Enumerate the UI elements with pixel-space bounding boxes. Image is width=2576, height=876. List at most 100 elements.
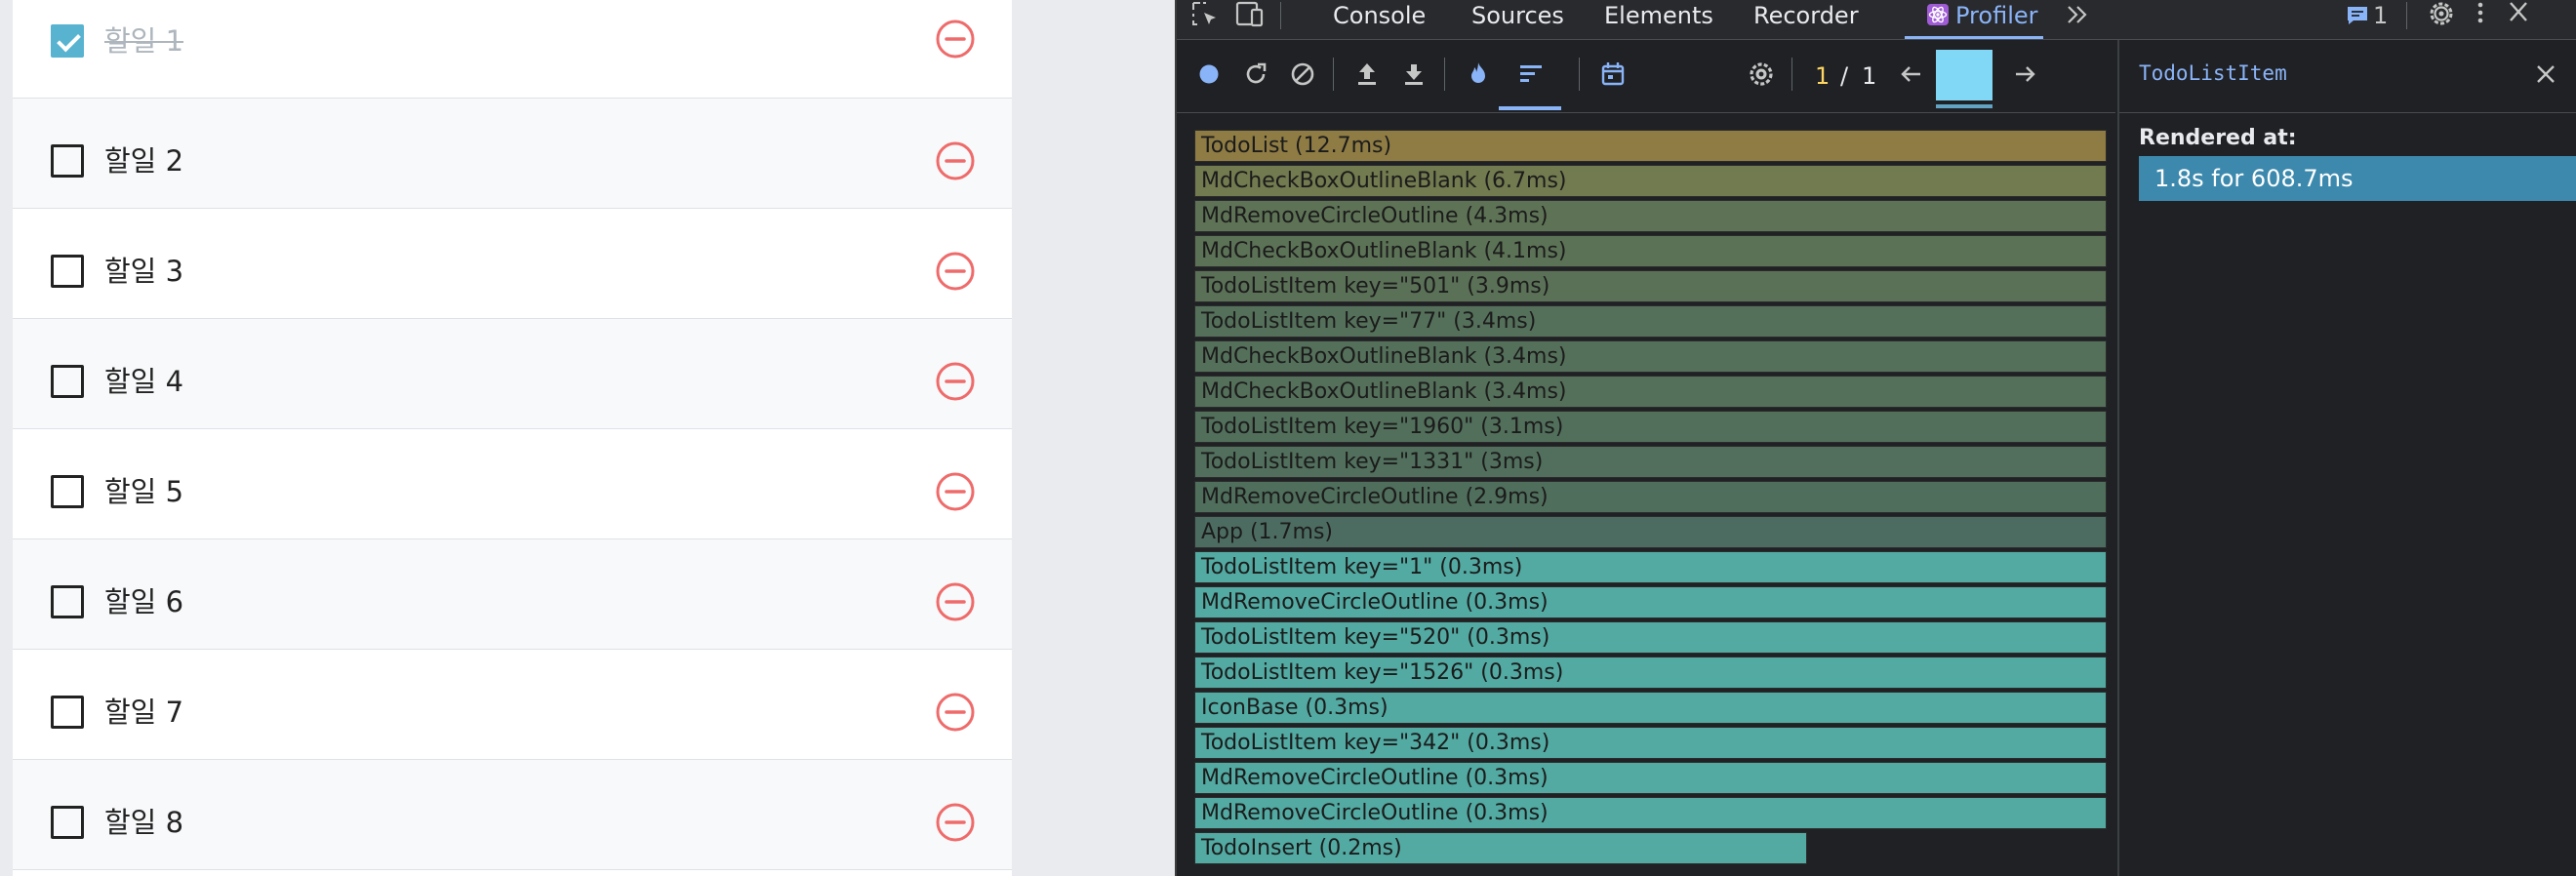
- ranked-chart-bar[interactable]: TodoListItem key="501" (3.9ms): [1194, 270, 2107, 302]
- active-tab-indicator: [1905, 36, 2043, 39]
- todo-list-item: 할일 6: [13, 539, 1012, 650]
- ranked-chart-bar[interactable]: MdCheckBoxOutlineBlank (3.4ms): [1194, 340, 2107, 373]
- checkbox-checked-icon[interactable]: [51, 24, 84, 58]
- timeline-calendar-icon[interactable]: [1596, 58, 1630, 91]
- commit-total: 1: [1862, 62, 1877, 90]
- remove-circle-outline-icon[interactable]: [935, 361, 976, 402]
- issues-count[interactable]: 1: [2373, 0, 2388, 39]
- flamegraph-chart-icon[interactable]: [1462, 58, 1495, 91]
- todo-list-item: 할일 7: [13, 650, 1012, 760]
- close-side-panel-icon[interactable]: [2533, 61, 2558, 87]
- issues-message-icon[interactable]: [2346, 4, 2369, 27]
- profiler-settings-gear-icon[interactable]: [1745, 58, 1778, 91]
- checkbox-blank-outline-icon[interactable]: [51, 806, 84, 839]
- inspect-element-icon[interactable]: [1190, 0, 1220, 29]
- ranked-chart-bar[interactable]: TodoListItem key="77" (3.4ms): [1194, 305, 2107, 338]
- todo-list-item: 할일 2: [13, 99, 1012, 209]
- toolbar-separator: [1791, 58, 1792, 91]
- ranked-chart-bar[interactable]: MdRemoveCircleOutline (4.3ms): [1194, 200, 2107, 232]
- ranked-chart-bar[interactable]: IconBase (0.3ms): [1194, 692, 2107, 724]
- react-logo-icon: [1927, 4, 1949, 25]
- ranked-chart-bar[interactable]: TodoListItem key="342" (0.3ms): [1194, 727, 2107, 759]
- ranked-chart-bar[interactable]: MdRemoveCircleOutline (2.9ms): [1194, 481, 2107, 513]
- todo-item-text[interactable]: 할일 3: [104, 252, 183, 291]
- record-icon[interactable]: [1192, 58, 1226, 91]
- tab-console[interactable]: Console: [1333, 0, 1426, 39]
- commit-selection-indicator: [1936, 104, 1992, 108]
- ranked-chart-bar[interactable]: App (1.7ms): [1194, 516, 2107, 548]
- close-devtools-icon[interactable]: [2506, 0, 2531, 27]
- ranked-chart-bar[interactable]: MdRemoveCircleOutline (0.3ms): [1194, 586, 2107, 618]
- active-chart-indicator: [1499, 106, 1561, 110]
- profiler-toolbar: 1 / 1: [1177, 40, 2115, 113]
- rendered-at-entry[interactable]: 1.8s for 608.7ms: [2139, 156, 2576, 201]
- reload-and-profile-icon[interactable]: [1239, 58, 1272, 91]
- save-profile-download-icon[interactable]: [1397, 58, 1430, 91]
- toolbar-separator: [1579, 58, 1580, 91]
- todo-item-text[interactable]: 할일 7: [104, 693, 183, 732]
- remove-circle-outline-icon[interactable]: [935, 140, 976, 181]
- todo-app: 할일 1 할일 2 할일 3 할일 4 할일 5 할일 6 할일 7 할일 8: [0, 0, 1177, 876]
- selected-component-name: TodoListItem: [2139, 61, 2287, 85]
- more-options-vertical-icon[interactable]: [2471, 0, 2490, 29]
- clear-profiling-data-icon[interactable]: [1286, 58, 1319, 91]
- ranked-chart-bar[interactable]: TodoListItem key="520" (0.3ms): [1194, 621, 2107, 654]
- ranked-chart-bar[interactable]: MdRemoveCircleOutline (0.3ms): [1194, 797, 2107, 829]
- ranked-chart-icon[interactable]: [1514, 58, 1548, 91]
- ranked-chart-bar[interactable]: TodoList (12.7ms): [1194, 130, 2107, 162]
- tab-elements[interactable]: Elements: [1604, 0, 1713, 39]
- previous-commit-arrow-icon[interactable]: [1895, 58, 1928, 91]
- commit-index: 1: [1815, 62, 1831, 90]
- todo-item-text[interactable]: 할일 8: [104, 803, 183, 842]
- tab-recorder[interactable]: Recorder: [1753, 0, 1859, 39]
- ranked-chart: TodoList (12.7ms) MdCheckBoxOutlineBlank …: [1177, 113, 2115, 876]
- ranked-chart-bar[interactable]: MdCheckBoxOutlineBlank (6.7ms): [1194, 165, 2107, 197]
- remove-circle-outline-icon[interactable]: [935, 19, 976, 60]
- tab-separator: [2406, 2, 2407, 29]
- toolbar-separator: [1444, 58, 1445, 91]
- devtools-tab-bar: Console Sources Elements Recorder Profil…: [1177, 0, 2576, 40]
- commit-bar[interactable]: [1936, 50, 1992, 100]
- ranked-chart-bar[interactable]: MdCheckBoxOutlineBlank (4.1ms): [1194, 235, 2107, 267]
- rendered-at-label: Rendered at:: [2139, 126, 2297, 150]
- checkbox-blank-outline-icon[interactable]: [51, 144, 84, 178]
- remove-circle-outline-icon[interactable]: [935, 581, 976, 622]
- todo-list: 할일 1 할일 2 할일 3 할일 4 할일 5 할일 6 할일 7 할일 8: [13, 0, 1012, 876]
- todo-item-text[interactable]: 할일 6: [104, 582, 183, 621]
- todo-list-item: 할일 5: [13, 429, 1012, 539]
- ranked-chart-bar[interactable]: MdRemoveCircleOutline (0.3ms): [1194, 762, 2107, 794]
- ranked-chart-bar[interactable]: TodoListItem key="1331" (3ms): [1194, 446, 2107, 478]
- todo-list-item: 할일 8: [13, 760, 1012, 870]
- load-profile-upload-icon[interactable]: [1350, 58, 1384, 91]
- checkbox-blank-outline-icon[interactable]: [51, 585, 84, 618]
- todo-item-text[interactable]: 할일 4: [104, 362, 183, 401]
- remove-circle-outline-icon[interactable]: [935, 692, 976, 733]
- remove-circle-outline-icon[interactable]: [935, 251, 976, 292]
- todo-list-item: 할일 4: [13, 319, 1012, 429]
- tab-profiler-label: Profiler: [1955, 2, 2038, 29]
- next-commit-arrow-icon[interactable]: [2008, 58, 2041, 91]
- toolbar-separator: [1333, 58, 1334, 91]
- ranked-chart-bar[interactable]: TodoListItem key="1526" (0.3ms): [1194, 657, 2107, 689]
- ranked-chart-bar[interactable]: TodoListItem key="1" (0.3ms): [1194, 551, 2107, 583]
- todo-item-text[interactable]: 할일 1: [104, 21, 183, 60]
- tab-separator: [1280, 2, 1281, 29]
- ranked-chart-bar[interactable]: TodoListItem key="1960" (3.1ms): [1194, 411, 2107, 443]
- checkbox-blank-outline-icon[interactable]: [51, 696, 84, 729]
- tab-sources[interactable]: Sources: [1471, 0, 1564, 39]
- checkbox-blank-outline-icon[interactable]: [51, 255, 84, 288]
- remove-circle-outline-icon[interactable]: [935, 471, 976, 512]
- remove-circle-outline-icon[interactable]: [935, 802, 976, 843]
- checkbox-blank-outline-icon[interactable]: [51, 475, 84, 508]
- more-tabs-chevron-icon[interactable]: [2065, 2, 2090, 27]
- settings-gear-icon[interactable]: [2426, 0, 2457, 29]
- ranked-chart-bar[interactable]: MdCheckBoxOutlineBlank (3.4ms): [1194, 376, 2107, 408]
- todo-item-text[interactable]: 할일 5: [104, 472, 183, 511]
- ranked-chart-bar[interactable]: TodoInsert (0.2ms): [1194, 832, 1807, 864]
- todo-list-item: 할일 1: [13, 0, 1012, 99]
- device-toolbar-icon[interactable]: [1233, 0, 1267, 29]
- selected-component-panel: TodoListItem Rendered at: 1.8s for 608.7…: [2119, 40, 2576, 876]
- todo-item-text[interactable]: 할일 2: [104, 141, 183, 180]
- devtools-panel: Console Sources Elements Recorder Profil…: [1175, 0, 2576, 876]
- checkbox-blank-outline-icon[interactable]: [51, 365, 84, 398]
